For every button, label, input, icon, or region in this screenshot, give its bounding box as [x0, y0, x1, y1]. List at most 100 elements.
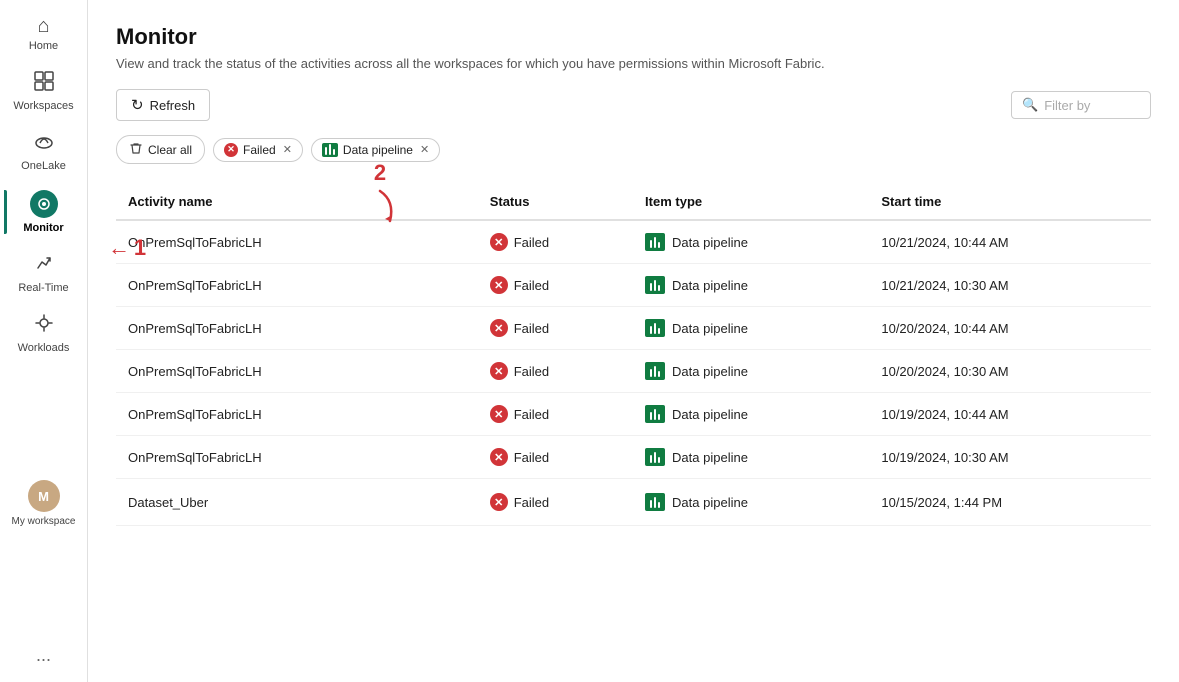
table-row[interactable]: OnPremSqlToFabricLH ✕ Failed Data pipeli… — [116, 436, 1151, 479]
col-status: Status — [478, 184, 633, 220]
sidebar: ⌂ Home Workspaces OneLake Monitor Real-T… — [0, 0, 88, 682]
table-row[interactable]: Dataset_Uber ↺ ℹ ··· ✕ Failed Data pipel… — [116, 479, 1151, 526]
pipeline-icon — [645, 493, 665, 511]
main-content: Monitor View and track the status of the… — [88, 0, 1179, 682]
pipeline-icon — [645, 405, 665, 423]
sidebar-item-label: My workspace — [12, 516, 76, 527]
chip-pipeline-label: Data pipeline — [343, 143, 413, 157]
home-icon: ⌂ — [37, 16, 49, 36]
toolbar: ↻ Refresh 🔍 Filter by — [116, 89, 1151, 121]
activity-name: OnPremSqlToFabricLH — [116, 264, 478, 307]
failed-icon: ✕ — [490, 233, 508, 251]
page-title: Monitor — [116, 24, 1151, 50]
pipeline-icon — [645, 233, 665, 251]
filter-bar: Clear all ✕ Failed ✕ Data pipeline ✕ — [116, 135, 1151, 164]
item-type-cell: Data pipeline — [633, 393, 869, 436]
col-activity-name: Activity name — [116, 184, 478, 220]
status-cell: ✕ Failed — [478, 393, 633, 436]
filter-chip-failed[interactable]: ✕ Failed ✕ — [213, 138, 303, 162]
activity-table: Activity name Status Item type Start tim… — [116, 184, 1151, 526]
chip-failed-close[interactable]: ✕ — [283, 143, 292, 156]
item-type-cell: Data pipeline — [633, 350, 869, 393]
sidebar-item-label: OneLake — [21, 160, 66, 172]
sidebar-item-workspaces[interactable]: Workspaces — [8, 62, 80, 120]
table-row[interactable]: OnPremSqlToFabricLH ✕ Failed Data pipeli… — [116, 393, 1151, 436]
search-icon: 🔍 — [1022, 97, 1038, 113]
pipeline-icon — [645, 319, 665, 337]
status-label: Failed — [514, 321, 549, 336]
retry-icon[interactable]: ↺ — [216, 491, 238, 513]
sidebar-item-realtime[interactable]: Real-Time — [8, 244, 80, 302]
table-row[interactable]: OnPremSqlToFabricLH ✕ Failed Data pipeli… — [116, 350, 1151, 393]
failed-icon: ✕ — [490, 448, 508, 466]
failed-icon: ✕ — [490, 405, 508, 423]
item-type-cell: Data pipeline — [633, 479, 869, 526]
filter-input[interactable]: 🔍 Filter by — [1011, 91, 1151, 119]
start-time-cell: 10/19/2024, 10:44 AM — [869, 393, 1151, 436]
status-cell: ✕ Failed — [478, 436, 633, 479]
sidebar-item-monitor[interactable]: Monitor — [8, 182, 80, 242]
item-type-label: Data pipeline — [672, 364, 748, 379]
status-label: Failed — [514, 278, 549, 293]
realtime-icon — [33, 252, 55, 278]
table-row[interactable]: OnPremSqlToFabricLH ✕ Failed Data pipeli… — [116, 264, 1151, 307]
sidebar-item-label: Workloads — [18, 342, 70, 354]
item-type-cell: Data pipeline — [633, 220, 869, 264]
page-subtitle: View and track the status of the activit… — [116, 56, 1016, 71]
failed-status-icon: ✕ — [224, 143, 238, 157]
start-time-cell: 10/21/2024, 10:30 AM — [869, 264, 1151, 307]
activity-name: OnPremSqlToFabricLH — [116, 436, 478, 479]
start-time-cell: 10/20/2024, 10:44 AM — [869, 307, 1151, 350]
activity-name-cell: Dataset_Uber ↺ ℹ ··· — [116, 479, 478, 526]
col-item-type: Item type — [633, 184, 869, 220]
col-start-time: Start time — [869, 184, 1151, 220]
activity-name: Dataset_Uber — [128, 495, 208, 510]
status-cell: ✕ Failed — [478, 479, 633, 526]
start-time-cell: 10/21/2024, 10:44 AM — [869, 220, 1151, 264]
pipeline-icon — [645, 276, 665, 294]
activity-name: OnPremSqlToFabricLH — [116, 350, 478, 393]
refresh-icon: ↻ — [131, 96, 144, 114]
status-cell: ✕ Failed — [478, 264, 633, 307]
status-label: Failed — [514, 235, 549, 250]
status-cell: ✕ Failed — [478, 350, 633, 393]
clear-all-button[interactable]: Clear all — [116, 135, 205, 164]
item-type-label: Data pipeline — [672, 450, 748, 465]
more-button[interactable]: ... — [36, 645, 51, 666]
pipeline-icon — [645, 448, 665, 466]
activity-name: OnPremSqlToFabricLH — [116, 220, 478, 264]
table-row[interactable]: OnPremSqlToFabricLH ✕ Failed Data pipeli… — [116, 220, 1151, 264]
failed-icon: ✕ — [490, 362, 508, 380]
sidebar-item-label: Workspaces — [13, 100, 73, 112]
sidebar-item-home[interactable]: ⌂ Home — [8, 8, 80, 60]
filter-clear-icon — [129, 141, 143, 158]
onelake-icon — [33, 130, 55, 156]
sidebar-item-onelake[interactable]: OneLake — [8, 122, 80, 180]
refresh-button[interactable]: ↻ Refresh — [116, 89, 210, 121]
workloads-icon — [33, 312, 55, 338]
status-cell: ✕ Failed — [478, 307, 633, 350]
table-header-row: Activity name Status Item type Start tim… — [116, 184, 1151, 220]
filter-chip-pipeline[interactable]: Data pipeline ✕ — [311, 138, 440, 162]
pipeline-bars — [325, 144, 335, 155]
chip-pipeline-close[interactable]: ✕ — [420, 143, 429, 156]
sidebar-item-label: Monitor — [23, 222, 63, 234]
pipeline-chip-icon — [322, 143, 338, 157]
info-icon[interactable]: ℹ — [246, 491, 268, 513]
item-type-label: Data pipeline — [672, 235, 748, 250]
refresh-label: Refresh — [150, 98, 196, 113]
more-icon[interactable]: ··· — [276, 491, 298, 513]
monitor-icon — [30, 190, 58, 218]
sidebar-item-workloads[interactable]: Workloads — [8, 304, 80, 362]
sidebar-item-label: Home — [29, 40, 58, 52]
start-time-cell: 10/15/2024, 1:44 PM — [869, 479, 1151, 526]
status-label: Failed — [514, 407, 549, 422]
item-type-cell: Data pipeline — [633, 264, 869, 307]
item-type-cell: Data pipeline — [633, 307, 869, 350]
filter-placeholder: Filter by — [1044, 98, 1090, 113]
item-type-label: Data pipeline — [672, 321, 748, 336]
start-time-cell: 10/20/2024, 10:30 AM — [869, 350, 1151, 393]
sidebar-item-my-workspace[interactable]: M My workspace — [8, 472, 80, 535]
table-row[interactable]: OnPremSqlToFabricLH ✕ Failed Data pipeli… — [116, 307, 1151, 350]
item-type-label: Data pipeline — [672, 278, 748, 293]
